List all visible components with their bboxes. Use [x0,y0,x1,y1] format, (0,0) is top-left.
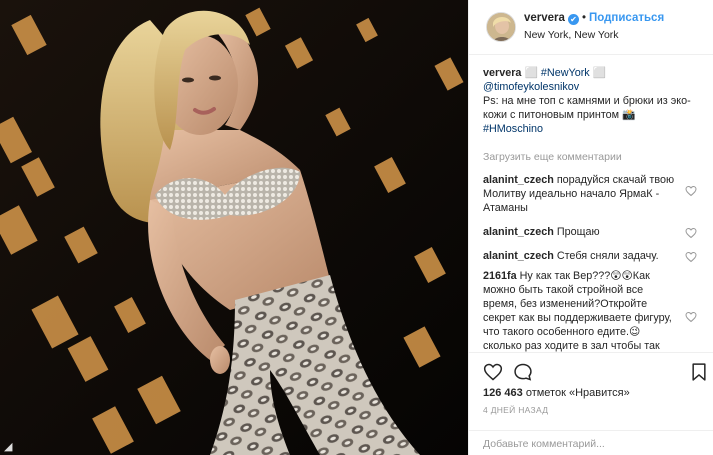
comment-like-heart-icon[interactable] [685,311,697,323]
comment-text: Прощаю [556,226,600,238]
post-timestamp[interactable]: 4 ДНЕЙ НАЗАД [483,405,548,415]
comment-username[interactable]: 2161fa [483,270,517,282]
save-bookmark-icon[interactable] [689,362,709,382]
photo-illustration [0,0,468,455]
comment-like-heart-icon[interactable] [685,185,697,197]
avatar-image [487,13,515,41]
caption-username[interactable]: ververa [483,67,521,79]
verified-badge-icon: ✔ [567,14,579,25]
likes-label: отметок «Нравится» [525,387,630,399]
comment-text: Ну как так Вер???😲😲Как можно быть такой … [483,270,672,352]
comment-username[interactable]: alanint_czech [483,226,554,238]
add-comment-input[interactable] [483,438,699,450]
follow-button[interactable]: Подписаться [589,12,664,24]
photo-corner-mark: ◢ [4,441,13,453]
caption-emoji-1: ⬜ [524,67,538,79]
caption-hashtag-hmoschino[interactable]: #HMoschino [483,123,543,135]
post-caption: ververa ⬜ #NewYork ⬜ @timofeykolesnikov … [483,66,697,136]
comment-item: alanint_czech порадуйся скачай твою Моли… [483,173,697,215]
header-line: ververa ✔ • Подписаться [524,12,664,25]
comment-item: 2161fa Ну как так Вер???😲😲Как можно быть… [483,269,697,352]
caption-emoji-2: ⬜ [592,67,607,79]
comment-item: alanint_czech Прощаю [483,225,697,239]
comment-bubble-icon[interactable] [513,362,533,382]
like-heart-icon[interactable] [483,362,503,382]
add-comment-form [469,430,713,455]
post-photo[interactable]: ◢ [0,0,468,455]
load-more-comments-button[interactable]: Загрузить еще комментарии [483,151,697,163]
caption-mention[interactable]: @timofeykolesnikov [483,81,579,93]
header-username[interactable]: ververa [524,12,565,24]
comment-item: alanint_czech Стебя сняли задачу. [483,249,697,263]
comment-text: Стебя сняли задачу. [556,250,659,262]
location-link[interactable]: New York, New York [524,29,619,41]
likes-number: 126 463 [483,387,523,399]
header-separator: • [581,12,586,24]
likes-count[interactable]: 126 463 отметок «Нравится» [483,387,630,399]
comments-list[interactable]: ververa ⬜ #NewYork ⬜ @timofeykolesnikov … [469,56,713,352]
comment-username[interactable]: alanint_czech [483,174,554,186]
caption-text: Ps: на мне топ с камнями и брюки из эко-… [483,95,691,121]
avatar[interactable] [486,12,516,42]
post-sidebar: ververa ✔ • Подписаться New York, New York … [468,0,713,455]
post-header: ververa ✔ • Подписаться New York, New York [469,0,713,55]
comment-like-heart-icon[interactable] [685,227,697,239]
comment-username[interactable]: alanint_czech [483,250,554,262]
comment-like-heart-icon[interactable] [685,251,697,263]
caption-hashtag-newyork[interactable]: #NewYork [541,67,590,79]
action-bar [469,352,713,388]
